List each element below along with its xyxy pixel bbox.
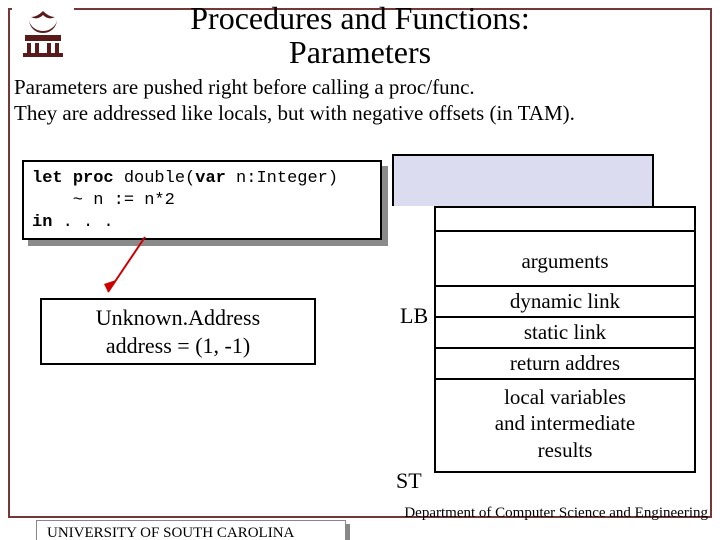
kw-let: let (32, 169, 63, 188)
body-text: Parameters are pushed right before calli… (14, 74, 575, 127)
stack-cell-arguments: arguments (436, 232, 694, 287)
title-line1: Procedures and Functions: (190, 0, 530, 36)
footer-right: Department of Computer Science and Engin… (404, 505, 708, 522)
stack-cell-locals: local variables and intermediate results (436, 380, 694, 471)
code-sig-rest: n:Integer) (226, 169, 338, 188)
unknown-address-box: Unknown.Address address = (1, -1) (40, 298, 316, 365)
slide-title: Procedures and Functions: Parameters (0, 2, 720, 69)
code-body-line: ~ n := n*2 (32, 191, 175, 210)
stack-locals-l1: local variables (504, 385, 626, 409)
unknown-line1: Unknown.Address (96, 305, 260, 330)
stack-locals-l3: results (538, 438, 593, 462)
stack-top-edge (434, 206, 696, 208)
code-in-rest: . . . (52, 213, 113, 232)
university-logo (12, 2, 74, 64)
stack-pale-band (392, 154, 654, 206)
footer-left-text: UNIVERSITY OF SOUTH CAROLINA (36, 520, 346, 540)
kw-var: var (195, 169, 226, 188)
stack-cell-dynamic-link: dynamic link (436, 287, 694, 318)
stack-cell-return-addr: return addres (436, 349, 694, 380)
stack-frame: arguments dynamic link static link retur… (434, 230, 696, 473)
lb-label: LB (400, 303, 428, 329)
code-box-content: let proc double(var n:Integer) ~ n := n*… (22, 160, 382, 240)
body-line1: Parameters are pushed right before calli… (14, 75, 475, 99)
slide: Procedures and Functions: Parameters Par… (0, 0, 720, 540)
kw-proc: proc (73, 169, 114, 188)
code-box: let proc double(var n:Integer) ~ n := n*… (22, 160, 382, 240)
stack-gap (434, 206, 696, 232)
stack-cell-static-link: static link (436, 318, 694, 349)
stack-locals-l2: and intermediate (495, 411, 636, 435)
body-line2: They are addressed like locals, but with… (14, 101, 575, 125)
unknown-line2: address = (1, -1) (106, 333, 250, 358)
st-label: ST (396, 468, 422, 494)
code-double: double( (114, 169, 196, 188)
kw-in: in (32, 213, 52, 232)
title-line2: Parameters (289, 34, 431, 70)
